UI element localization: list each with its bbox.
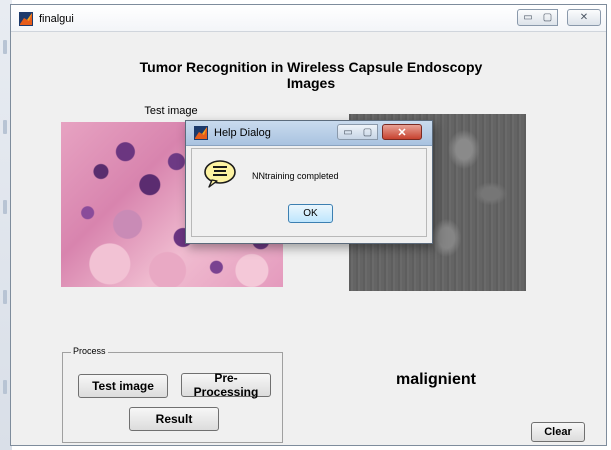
help-dialog: Help Dialog ▭ ▢ ✕ NNtraining completed O… [185,120,433,244]
dialog-maximize-button[interactable]: ▢ [358,124,378,140]
close-button[interactable]: ✕ [567,9,601,26]
preprocessing-button[interactable]: Pre-Processing [181,371,271,399]
maximize-button[interactable]: ▢ [538,9,558,26]
ok-button[interactable]: OK [288,204,333,223]
minimize-button[interactable]: ▭ [517,9,539,26]
matlab-icon [19,12,33,26]
dialog-titlebar[interactable]: Help Dialog ▭ ▢ ✕ [186,121,432,146]
desktop: finalgui ▭ ▢ ✕ Tumor Recognition in Wire… [0,0,611,450]
process-panel: Process Test image Pre-Processing Result [62,346,283,443]
dialog-message: NNtraining completed [252,171,339,181]
dialog-body: NNtraining completed OK [191,148,427,237]
result-text: malignient [395,371,476,388]
dialog-minimize-button[interactable]: ▭ [337,124,359,140]
result-button[interactable]: Result [129,407,219,431]
window-titlebar[interactable]: finalgui ▭ ▢ ✕ [11,5,606,32]
app-title-line1: Tumor Recognition in Wireless Capsule En… [139,59,483,75]
matlab-icon [194,126,208,140]
test-image-label: Test image [144,105,198,117]
help-bubble-icon [204,160,236,188]
clear-button[interactable]: Clear [531,422,585,442]
window-title: finalgui [39,13,74,25]
test-image-button[interactable]: Test image [78,374,168,398]
process-panel-legend: Process [71,346,108,356]
dialog-title: Help Dialog [214,127,271,139]
dialog-close-button[interactable]: ✕ [382,124,422,140]
app-title: Tumor Recognition in Wireless Capsule En… [111,59,511,91]
app-title-line2: Images [286,75,336,91]
